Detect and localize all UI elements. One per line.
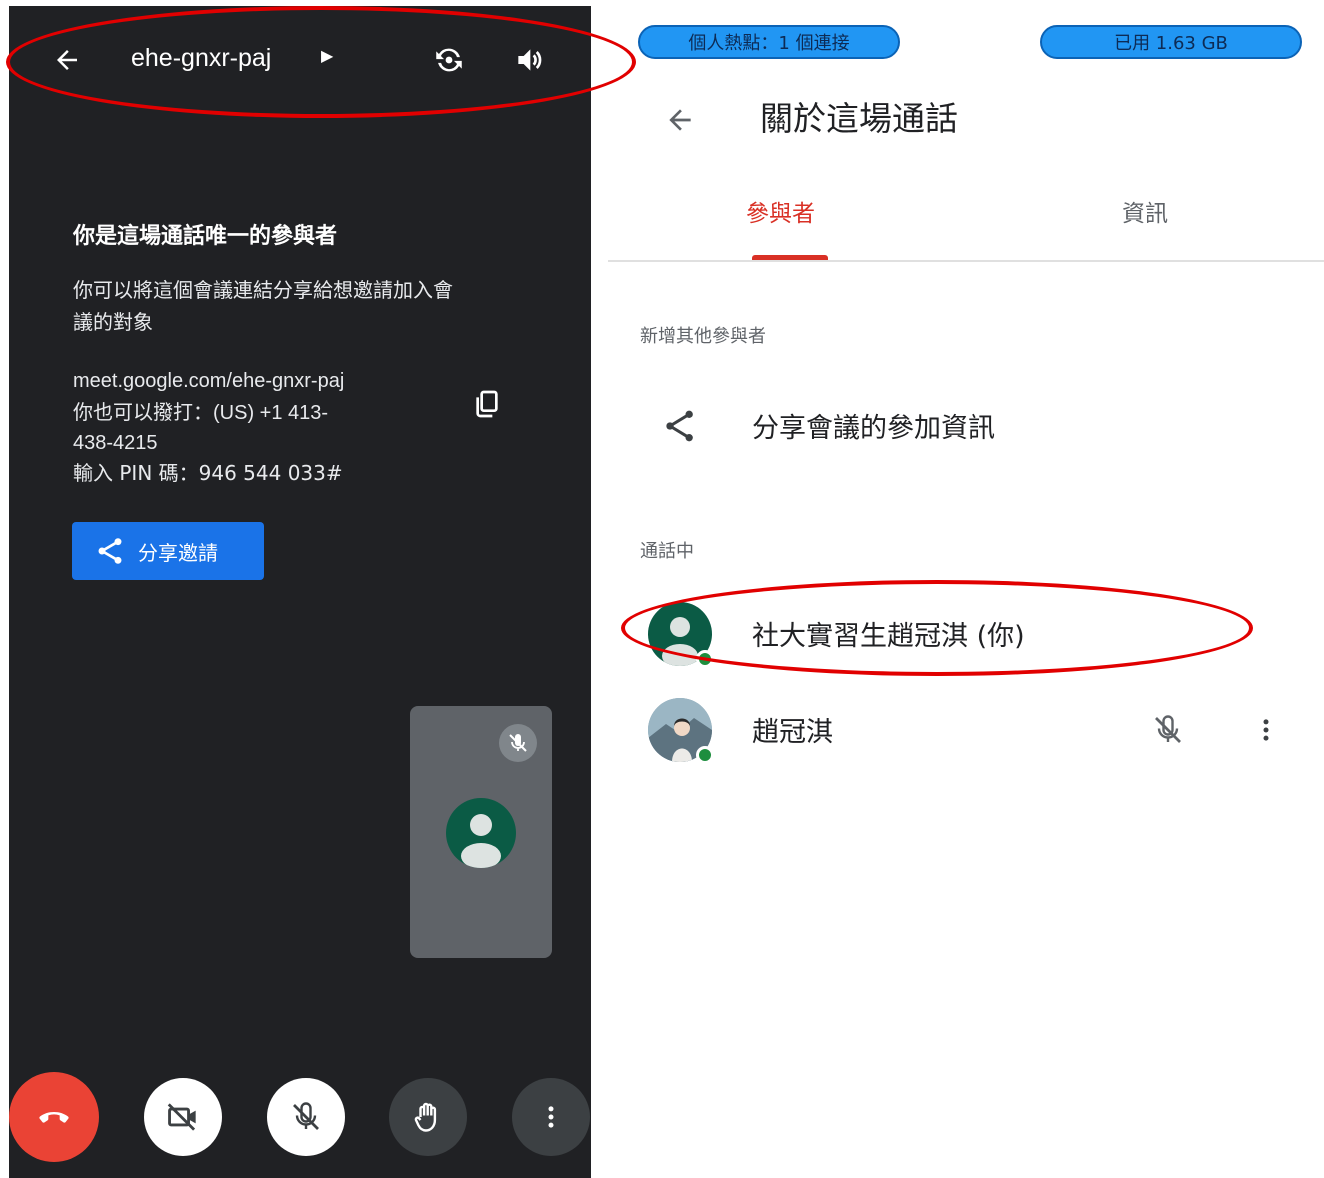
participant-name: 趙冠淇 bbox=[752, 717, 833, 748]
caret-right-icon[interactable]: ▶ bbox=[321, 46, 333, 65]
back-arrow-icon[interactable] bbox=[49, 42, 85, 78]
tab-info[interactable]: 資訊 bbox=[1122, 194, 1168, 228]
muted-mic-icon bbox=[1146, 708, 1190, 752]
mic-off-icon bbox=[288, 1099, 324, 1135]
meeting-link: meet.google.com/ehe-gnxr-paj bbox=[73, 370, 345, 392]
end-call-button[interactable] bbox=[9, 1072, 99, 1162]
hang-up-icon bbox=[34, 1097, 74, 1137]
share-icon[interactable] bbox=[656, 402, 704, 450]
more-vert-icon bbox=[536, 1102, 566, 1132]
speaker-icon[interactable] bbox=[507, 38, 551, 82]
self-avatar bbox=[446, 798, 516, 868]
participant-name: 社大實習生趙冠淇 (你) bbox=[752, 621, 1025, 652]
switch-camera-icon[interactable] bbox=[427, 38, 471, 82]
tab-divider bbox=[608, 260, 1324, 262]
copy-icon[interactable] bbox=[467, 384, 507, 424]
share-meeting-info-button[interactable]: 分享會議的參加資訊 bbox=[752, 406, 995, 445]
camera-toggle-button[interactable] bbox=[144, 1078, 222, 1156]
hotspot-status-pill: 個人熱點：1 個連接 bbox=[638, 25, 900, 59]
more-vert-icon[interactable] bbox=[1246, 708, 1286, 752]
self-preview-tile[interactable] bbox=[410, 706, 552, 958]
camera-off-icon bbox=[164, 1098, 202, 1136]
mic-toggle-button[interactable] bbox=[267, 1078, 345, 1156]
online-status-dot bbox=[696, 746, 714, 764]
add-participants-section-label: 新增其他參與者 bbox=[640, 326, 766, 347]
muted-mic-icon bbox=[499, 724, 537, 762]
page-title: 關於這場通話 bbox=[760, 99, 958, 138]
tab-participants[interactable]: 參與者 bbox=[746, 194, 815, 228]
online-status-dot bbox=[696, 650, 714, 668]
in-call-section-label: 通話中 bbox=[640, 541, 694, 562]
data-usage-pill: 已用 1.63 GB bbox=[1040, 25, 1302, 59]
raise-hand-button[interactable] bbox=[389, 1078, 467, 1156]
share-invite-label: 分享邀請 bbox=[138, 540, 218, 565]
share-icon bbox=[94, 535, 126, 567]
alone-heading: 你是這場通話唯一的參與者 bbox=[73, 224, 338, 249]
meeting-code-title[interactable]: ehe-gnxr-paj bbox=[131, 44, 271, 73]
hand-icon bbox=[410, 1099, 446, 1135]
dial-in-number: 你也可以撥打：(US) +1 413-438-4215 bbox=[73, 402, 329, 454]
call-screen: ehe-gnxr-paj ▶ 你是這場通話唯一的參與者 你可以將這個會議連結分享… bbox=[9, 6, 591, 1178]
alone-description: 你可以將這個會議連結分享給想邀請加入會議的對象 bbox=[73, 278, 453, 334]
dial-in-pin: 輸入 PIN 碼：946 544 033# bbox=[73, 461, 343, 485]
more-options-button[interactable] bbox=[512, 1078, 590, 1156]
back-arrow-icon[interactable] bbox=[660, 100, 700, 140]
share-invite-button[interactable]: 分享邀請 bbox=[72, 522, 264, 580]
